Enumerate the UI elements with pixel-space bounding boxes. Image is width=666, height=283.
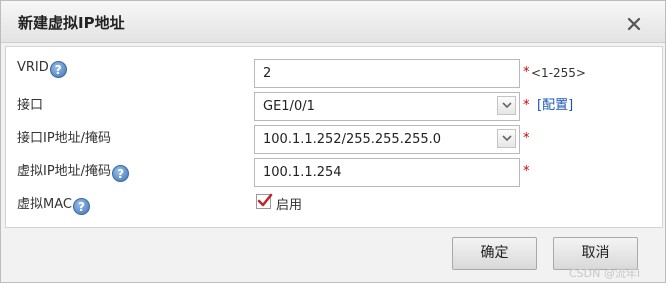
interface-ip-label: 接口IP地址/掩码 xyxy=(17,131,112,146)
ok-button[interactable]: 确定 xyxy=(452,237,537,270)
virtual-mac-label: 虚拟MAC xyxy=(17,197,72,212)
chevron-down-icon[interactable] xyxy=(497,96,516,115)
vrid-range-hint: <1-255> xyxy=(531,66,586,80)
watermark: CSDN @流年I xyxy=(569,267,641,280)
virtual-mac-row: 虚拟MAC? 启用 xyxy=(6,189,662,219)
dialog-titlebar: 新建虚拟IP地址 xyxy=(1,1,665,43)
vrid-label: VRID xyxy=(17,60,49,75)
required-mark: * xyxy=(523,65,530,80)
interface-ip-select-value: 100.1.1.252/255.255.255.0 xyxy=(263,132,442,147)
interface-ip-row: 接口IP地址/掩码 100.1.1.252/255.255.255.0 * xyxy=(6,123,662,154)
dialog-title: 新建虚拟IP地址 xyxy=(18,14,125,32)
vrid-input[interactable]: 2 xyxy=(254,59,520,88)
vrid-row: VRID? 2 * <1-255> xyxy=(6,56,662,88)
virtual-ip-input[interactable]: 100.1.1.254 xyxy=(254,158,520,187)
interface-label: 接口 xyxy=(17,98,44,113)
required-mark: * xyxy=(523,164,530,179)
virtual-ip-label: 虚拟IP地址/掩码 xyxy=(17,164,112,179)
interface-select[interactable]: GE1/0/1 xyxy=(254,92,520,121)
help-icon[interactable]: ? xyxy=(72,198,90,215)
required-mark: * xyxy=(523,131,530,146)
dialog: 新建虚拟IP地址 VRID? 2 * <1-255> 接口 GE1/0/1 * … xyxy=(0,0,666,283)
help-icon[interactable]: ? xyxy=(49,61,67,78)
virtual-mac-checkbox-label[interactable]: 启用 xyxy=(276,194,302,213)
form-panel: VRID? 2 * <1-255> 接口 GE1/0/1 * [配置] 接口IP… xyxy=(5,46,663,228)
virtual-mac-checkbox[interactable] xyxy=(256,193,273,209)
vrid-label-group: VRID? xyxy=(17,60,67,78)
close-icon[interactable] xyxy=(627,17,641,31)
chevron-down-icon[interactable] xyxy=(497,129,516,148)
virtual-mac-label-group: 虚拟MAC? xyxy=(17,193,90,215)
interface-ip-select[interactable]: 100.1.1.252/255.255.255.0 xyxy=(254,125,520,154)
config-link[interactable]: [配置] xyxy=(537,94,573,113)
virtual-ip-label-group: 虚拟IP地址/掩码? xyxy=(17,160,130,182)
interface-row: 接口 GE1/0/1 * [配置] xyxy=(6,89,662,121)
virtual-ip-row: 虚拟IP地址/掩码? 100.1.1.254 * xyxy=(6,156,662,187)
interface-select-value: GE1/0/1 xyxy=(263,99,315,114)
required-mark: * xyxy=(523,98,530,113)
help-icon[interactable]: ? xyxy=(112,165,130,182)
